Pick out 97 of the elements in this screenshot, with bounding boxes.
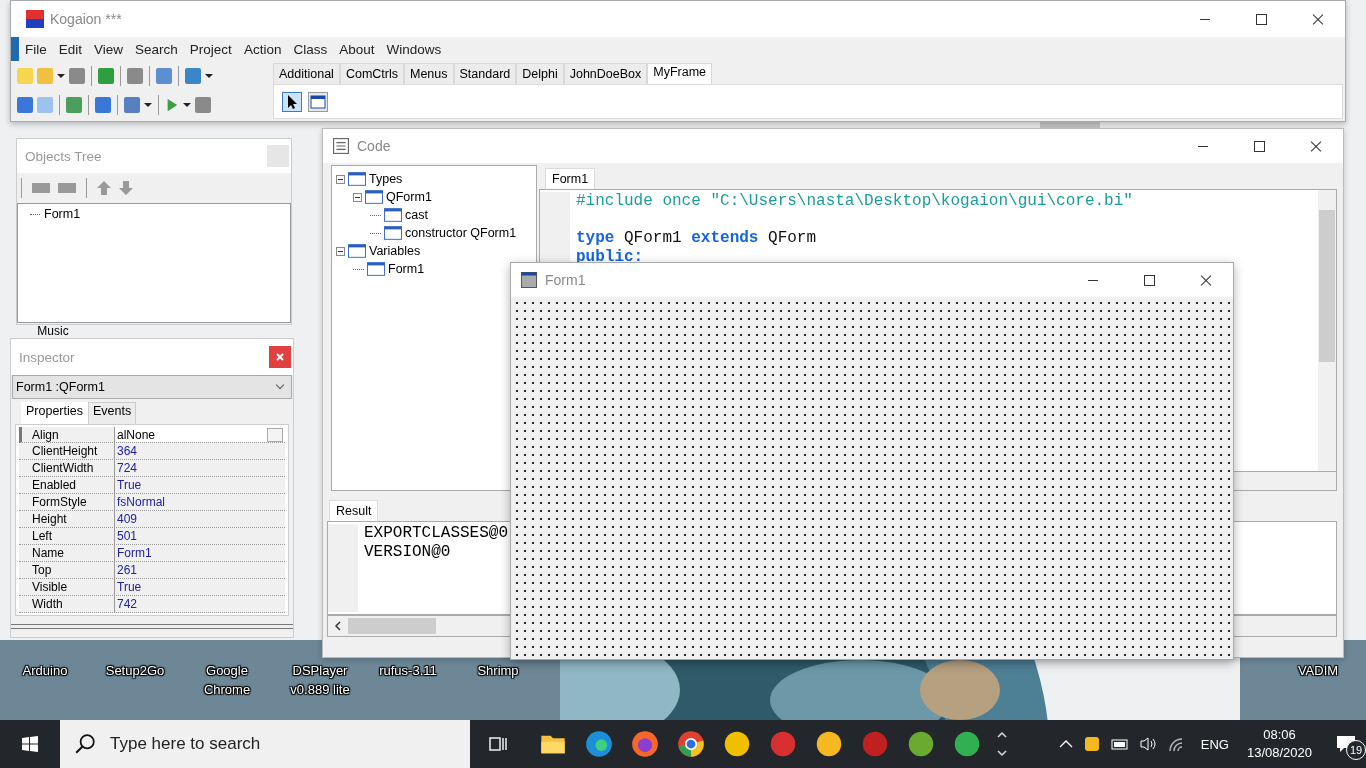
property-name: Enabled bbox=[19, 477, 115, 493]
property-value[interactable]: 409 bbox=[115, 511, 285, 527]
property-dropdown[interactable]: alNone bbox=[115, 427, 285, 442]
property-name: Height bbox=[19, 511, 115, 527]
square-icon[interactable] bbox=[127, 67, 143, 84]
tree-item[interactable]: constructor QForm1 bbox=[405, 226, 517, 240]
property-value[interactable]: fsNormal bbox=[115, 494, 285, 510]
code-line: public: bbox=[576, 248, 645, 267]
editor-tab[interactable]: Form1 bbox=[545, 168, 596, 189]
desktop-icon-label[interactable]: DSPlayer v0.889 lite bbox=[275, 661, 365, 699]
palette-tab[interactable]: Additional bbox=[273, 63, 340, 84]
document-icon bbox=[333, 138, 349, 154]
property-value[interactable]: 742 bbox=[115, 596, 285, 612]
menu-item[interactable]: Class bbox=[287, 41, 334, 57]
palette-tab[interactable]: MyFrame bbox=[647, 63, 713, 84]
menu-item[interactable]: Search bbox=[129, 41, 184, 57]
menu-item[interactable]: File bbox=[19, 41, 53, 57]
menu-item[interactable]: About bbox=[333, 41, 381, 57]
palette-tab[interactable]: Menus bbox=[404, 63, 454, 84]
window-title: Code bbox=[357, 138, 391, 154]
desktop-icon-label[interactable]: Google Chrome bbox=[182, 661, 272, 699]
code-line: #include once "C:\Users\nasta\Desktop\kogaion\gui\core.bi" bbox=[576, 192, 1134, 211]
menu-item[interactable]: Windows bbox=[380, 41, 448, 57]
result-tab[interactable]: Result bbox=[329, 500, 379, 521]
panel-title: Inspector bbox=[19, 349, 75, 365]
tree-item[interactable]: cast bbox=[405, 208, 428, 222]
output-line: EXPORTCLASSES@0 bbox=[364, 524, 510, 543]
edge-icon[interactable] bbox=[585, 730, 613, 758]
property-name: Left bbox=[19, 528, 115, 544]
output-line: VERSION@0 bbox=[364, 543, 452, 562]
property-value[interactable]: True bbox=[115, 477, 285, 493]
start-icon[interactable] bbox=[22, 736, 38, 752]
palette-tab[interactable]: JohnDoeBox bbox=[563, 63, 648, 84]
collapse-toggle[interactable] bbox=[336, 246, 345, 256]
notification-count: 19 bbox=[1346, 740, 1366, 760]
desktop-icon-label[interactable]: VADIM bbox=[1273, 661, 1363, 680]
tree-item[interactable]: Form1 bbox=[388, 262, 425, 276]
caret-icon[interactable] bbox=[57, 73, 65, 78]
chevron-up-icon[interactable] bbox=[1058, 740, 1073, 748]
tree-item[interactable]: Form1 bbox=[44, 207, 81, 221]
wifi-icon[interactable] bbox=[1166, 736, 1185, 752]
battery-icon[interactable] bbox=[1110, 736, 1129, 752]
clock-date[interactable]: 13/08/2020 bbox=[1246, 744, 1312, 762]
property-value[interactable]: 501 bbox=[115, 528, 285, 544]
property-value[interactable]: Form1 bbox=[115, 545, 285, 561]
menu-item[interactable]: Project bbox=[183, 41, 238, 57]
property-name: Visible bbox=[19, 579, 115, 595]
property-value[interactable]: 364 bbox=[115, 443, 285, 459]
collapse-toggle[interactable] bbox=[336, 174, 345, 184]
menu-item[interactable]: Edit bbox=[52, 41, 89, 57]
desktop-icon-label[interactable]: Music bbox=[13, 325, 93, 338]
tree-item[interactable]: Variables bbox=[369, 244, 421, 258]
palette-tab[interactable]: Standard bbox=[453, 63, 517, 84]
caret-icon[interactable] bbox=[183, 102, 191, 107]
caret-icon[interactable] bbox=[205, 73, 213, 78]
property-name: ClientWidth bbox=[19, 460, 115, 476]
code-line: type QForm1 extends QForm bbox=[576, 229, 818, 248]
inspector-tab[interactable]: Properties bbox=[21, 402, 88, 424]
search-field[interactable]: Type here to search bbox=[60, 720, 470, 768]
panel-title: Objects Tree bbox=[25, 148, 102, 164]
palette-tab[interactable]: ComCtrls bbox=[339, 63, 404, 84]
volume-icon[interactable] bbox=[1138, 736, 1157, 752]
window-title: Form1 bbox=[545, 272, 586, 288]
palette-tab[interactable]: Delphi bbox=[516, 63, 564, 84]
collapse-toggle[interactable] bbox=[353, 192, 362, 202]
desktop-icon-label[interactable]: rufus-3.11 bbox=[363, 661, 453, 680]
property-name: Top bbox=[19, 562, 115, 578]
firefox-icon[interactable] bbox=[631, 730, 659, 758]
close-button[interactable] bbox=[269, 346, 291, 368]
property-value[interactable]: True bbox=[115, 579, 285, 595]
caret-icon[interactable] bbox=[144, 102, 152, 107]
window-title: Kogaion *** bbox=[50, 11, 122, 27]
inspector-tab[interactable]: Events bbox=[88, 402, 137, 424]
property-name: FormStyle bbox=[19, 494, 115, 510]
property-name: ClientHeight bbox=[19, 443, 115, 459]
language-indicator[interactable]: ENG bbox=[1200, 736, 1229, 752]
property-name: Width bbox=[19, 596, 115, 612]
search-icon bbox=[74, 733, 96, 755]
object-dropdown[interactable]: Form1 :QForm1 bbox=[12, 375, 292, 399]
pointer-icon[interactable] bbox=[282, 91, 302, 112]
property-value[interactable]: 724 bbox=[115, 460, 285, 476]
property-name: Name bbox=[19, 545, 115, 561]
desktop-icon-label[interactable]: Setup2Go bbox=[90, 661, 180, 680]
form-icon[interactable] bbox=[308, 91, 328, 112]
splitter-bar[interactable] bbox=[11, 624, 293, 629]
desktop-icon-label[interactable]: Shrimp bbox=[453, 661, 543, 680]
chrome-icon[interactable] bbox=[677, 730, 705, 758]
vertical-scrollbar[interactable] bbox=[1318, 190, 1336, 471]
tree-item[interactable]: QForm1 bbox=[386, 190, 432, 204]
menu-item[interactable]: Action bbox=[237, 41, 288, 57]
menu-item[interactable]: View bbox=[88, 41, 130, 57]
form-icon bbox=[521, 272, 537, 288]
task-view-icon[interactable] bbox=[488, 734, 508, 754]
clock-time[interactable]: 08:06 bbox=[1263, 726, 1296, 744]
tree-item[interactable]: Types bbox=[369, 172, 403, 186]
desktop-icon-label[interactable]: Arduino bbox=[0, 661, 90, 680]
property-value[interactable]: 261 bbox=[115, 562, 285, 578]
